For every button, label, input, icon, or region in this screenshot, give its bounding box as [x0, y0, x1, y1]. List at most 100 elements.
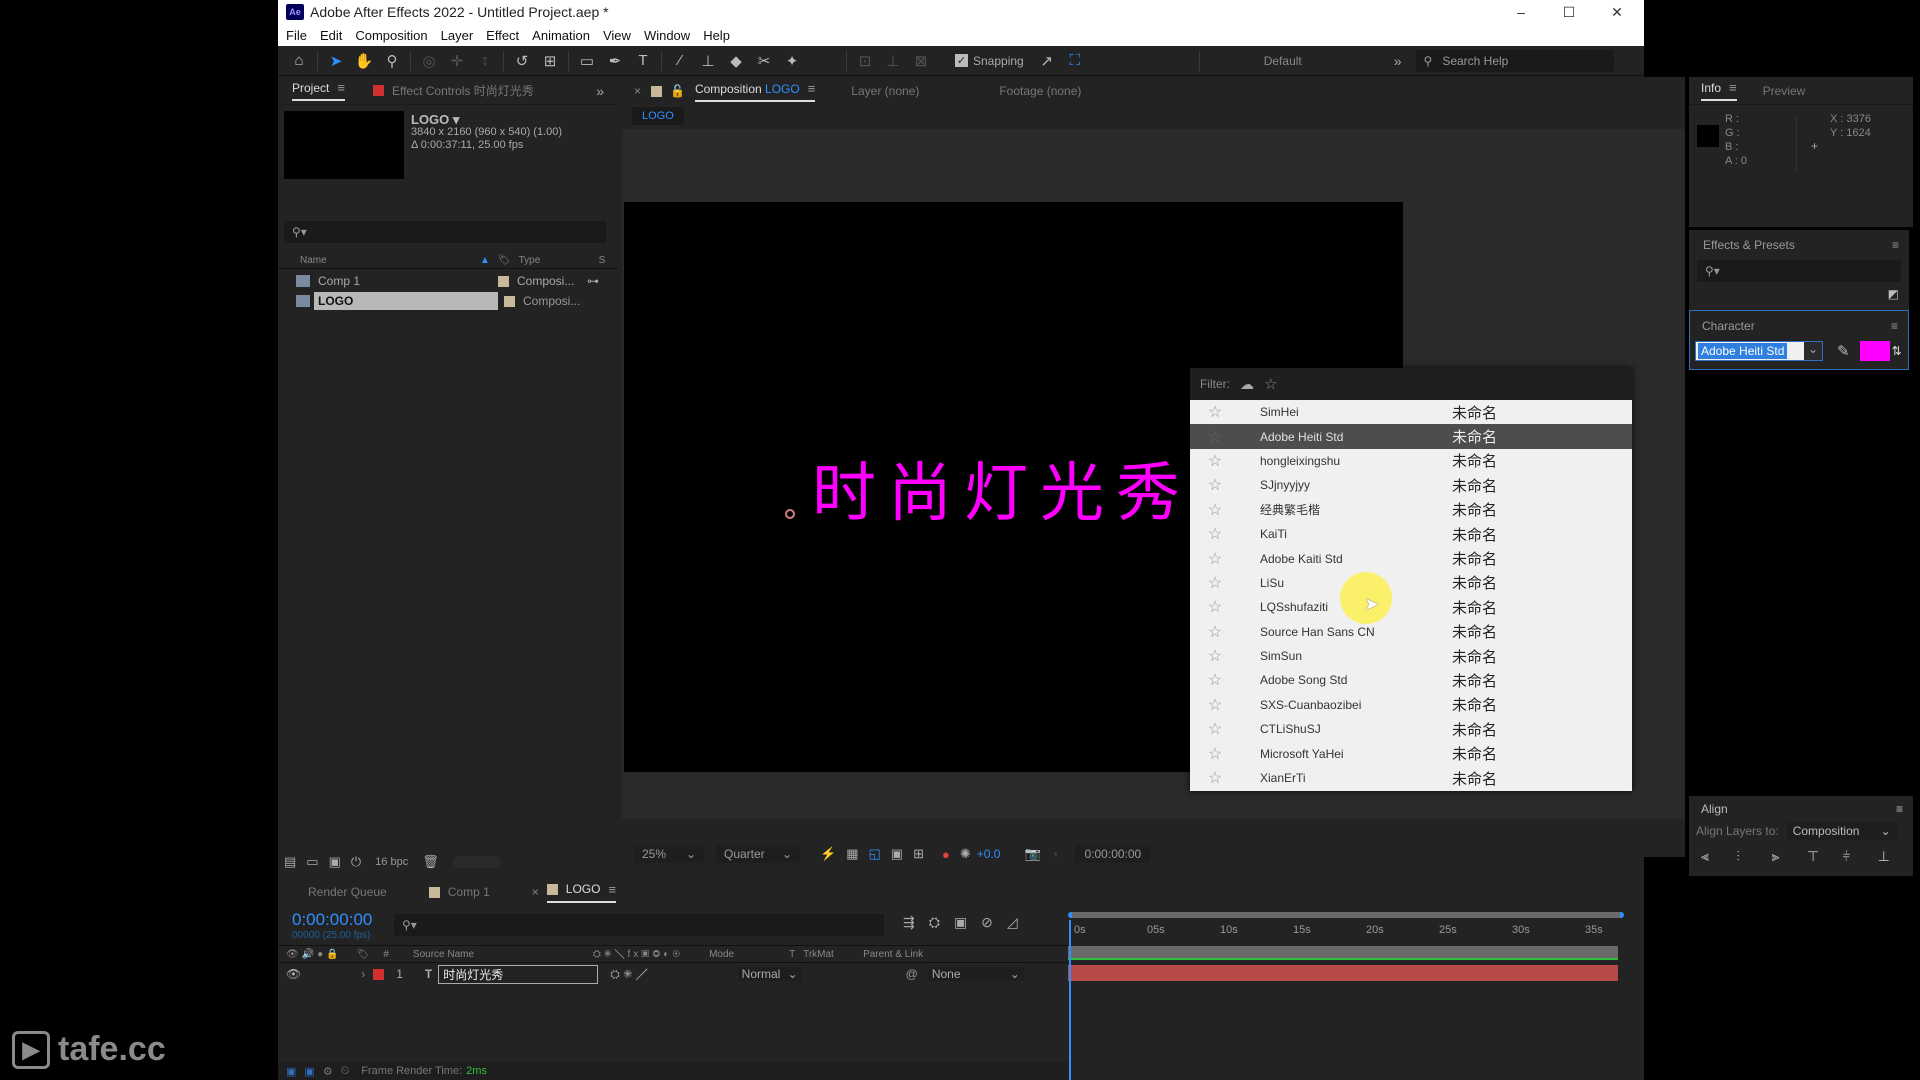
- favorite-star-icon[interactable]: ☆: [1190, 622, 1240, 642]
- blend-mode-dropdown[interactable]: Normal ⌄: [737, 967, 802, 981]
- menu-layer[interactable]: Layer: [441, 28, 474, 43]
- eyedropper-icon[interactable]: ✎: [1837, 342, 1850, 360]
- lock-toggle-icon[interactable]: 🔒: [326, 949, 338, 960]
- solo-toggle-icon[interactable]: ●: [317, 949, 323, 960]
- region-of-interest-icon[interactable]: ▣: [891, 846, 903, 862]
- favorite-star-icon[interactable]: ☆: [1190, 646, 1240, 666]
- align-bottom-icon[interactable]: ⊥: [1878, 848, 1913, 865]
- composition-mini-flowchart-icon[interactable]: ⇶: [903, 914, 915, 931]
- workspace-default[interactable]: Default: [1264, 54, 1384, 68]
- show-snapshot-icon[interactable]: ◔: [1051, 847, 1059, 862]
- thumbnail-slider[interactable]: [452, 856, 501, 868]
- time-ruler[interactable]: 0s 05s 10s 15s 20s 25s 30s 35s: [1068, 922, 1624, 942]
- font-family-input[interactable]: Adobe Heiti Std: [1698, 343, 1788, 359]
- zoom-tool-icon[interactable]: ⚲: [381, 50, 403, 72]
- anchor-point-icon[interactable]: [785, 509, 795, 519]
- color-management-icon[interactable]: ✺: [960, 846, 971, 862]
- close-button[interactable]: ✕: [1594, 0, 1640, 24]
- column-size[interactable]: S: [599, 255, 606, 266]
- dolly-camera-icon[interactable]: ↕: [474, 50, 496, 72]
- panel-menu-icon[interactable]: ≡: [1896, 802, 1903, 816]
- roto-brush-tool-icon[interactable]: ✂: [753, 50, 775, 72]
- tab-composition[interactable]: Composition LOGO ≡: [694, 81, 816, 102]
- hand-tool-icon[interactable]: ✋: [353, 50, 375, 72]
- column-name[interactable]: Name: [300, 255, 480, 266]
- tab-effect-controls[interactable]: Effect Controls 时尚灯光秀: [392, 82, 534, 99]
- favorite-star-icon[interactable]: ☆: [1190, 549, 1240, 569]
- clone-stamp-tool-icon[interactable]: ⊥: [697, 50, 719, 72]
- breadcrumb[interactable]: LOGO: [632, 107, 684, 125]
- bpc-button[interactable]: 16 bpc: [375, 856, 408, 868]
- rectangle-tool-icon[interactable]: ▭: [576, 50, 598, 72]
- fast-previews-icon[interactable]: ⚡: [820, 846, 836, 862]
- project-item[interactable]: Comp 1 Composi... ⊶: [278, 271, 618, 291]
- menu-help[interactable]: Help: [703, 28, 730, 43]
- tab-render-queue[interactable]: Render Queue: [308, 885, 387, 899]
- favorite-star-icon[interactable]: ☆: [1190, 768, 1240, 788]
- font-list-item[interactable]: ☆ Adobe Kaiti Std 未命名: [1190, 546, 1632, 570]
- tab-footage[interactable]: Footage (none): [999, 84, 1081, 98]
- tab-comp1[interactable]: Comp 1: [448, 885, 490, 899]
- menu-animation[interactable]: Animation: [532, 28, 590, 43]
- align-top-icon[interactable]: ⊤: [1807, 848, 1842, 865]
- search-help-input[interactable]: ⚲ Search Help: [1415, 49, 1614, 72]
- anchor-point-tool-icon[interactable]: ⊞: [539, 50, 561, 72]
- axis-local-icon[interactable]: ⊡: [854, 50, 876, 72]
- menu-view[interactable]: View: [603, 28, 631, 43]
- eraser-tool-icon[interactable]: ◆: [725, 50, 747, 72]
- render-settings-icon[interactable]: ⏻: [351, 854, 361, 870]
- current-time-indicator[interactable]: [1069, 920, 1071, 1080]
- lock-icon[interactable]: 🔓: [670, 84, 685, 98]
- font-list-item[interactable]: ☆ SJjnyyjyy 未命名: [1190, 473, 1632, 497]
- pen-tool-icon[interactable]: ✒: [604, 50, 626, 72]
- layer-label-color[interactable]: [373, 968, 385, 980]
- flowchart-icon[interactable]: ⊶: [587, 274, 599, 288]
- menu-edit[interactable]: Edit: [320, 28, 342, 43]
- favorite-star-icon[interactable]: ☆: [1190, 573, 1240, 593]
- pan-camera-icon[interactable]: ✛: [446, 50, 468, 72]
- tab-project[interactable]: Project ≡: [292, 80, 345, 101]
- tab-layer[interactable]: Layer (none): [851, 84, 919, 98]
- axis-world-icon[interactable]: ⊥: [882, 50, 904, 72]
- snapping-checkbox-icon[interactable]: ✓: [955, 54, 968, 67]
- new-preset-icon[interactable]: ◩: [1888, 287, 1899, 301]
- graph-editor-icon[interactable]: ◿: [1007, 914, 1018, 931]
- snap-edges-icon[interactable]: ↗: [1036, 50, 1058, 72]
- font-list-item[interactable]: ☆ SimSun 未命名: [1190, 644, 1632, 668]
- snapshot-icon[interactable]: 📷: [1024, 846, 1040, 862]
- favorite-star-icon[interactable]: ☆: [1190, 524, 1240, 544]
- column-mode[interactable]: Mode: [709, 949, 789, 960]
- video-toggle-icon[interactable]: 👁: [286, 949, 299, 960]
- brush-tool-icon[interactable]: ⁄: [669, 50, 691, 72]
- snap-features-icon[interactable]: ⛶: [1064, 50, 1086, 72]
- panel-overflow-icon[interactable]: »: [596, 83, 604, 99]
- type-tool-icon[interactable]: T: [632, 50, 654, 72]
- font-list-item[interactable]: ☆ SimHei 未命名: [1190, 400, 1632, 424]
- font-list-item[interactable]: ☆ LiSu 未命名: [1190, 571, 1632, 595]
- panel-menu-icon[interactable]: ≡: [337, 80, 345, 95]
- minimize-button[interactable]: –: [1498, 0, 1544, 24]
- favorite-star-icon[interactable]: ☆: [1190, 427, 1240, 447]
- tab-preview[interactable]: Preview: [1763, 84, 1806, 98]
- toggle-switches-icon[interactable]: ▣: [286, 1065, 296, 1078]
- favorite-star-icon[interactable]: ☆: [1190, 475, 1240, 495]
- video-visibility-icon[interactable]: 👁: [286, 967, 301, 981]
- exposure-value[interactable]: +0.0: [977, 847, 1001, 861]
- font-list-item[interactable]: ☆ Microsoft YaHei 未命名: [1190, 741, 1632, 765]
- parent-dropdown[interactable]: None ⌄: [927, 967, 1024, 981]
- font-list-item[interactable]: ☆ 经典繁毛楷 未命名: [1190, 498, 1632, 522]
- layer-name[interactable]: 时尚灯光秀: [438, 964, 599, 984]
- new-folder-icon[interactable]: ▭: [306, 854, 318, 870]
- snapping-toggle[interactable]: ✓ Snapping: [955, 54, 1024, 68]
- panel-menu-icon[interactable]: ≡: [808, 81, 816, 96]
- align-to-dropdown[interactable]: Composition ⌄: [1786, 822, 1897, 840]
- tab-logo[interactable]: LOGO ≡: [546, 882, 617, 903]
- tab-info[interactable]: Info ≡: [1701, 80, 1737, 101]
- font-list-item[interactable]: ☆ LQSshufaziti 未命名: [1190, 595, 1632, 619]
- panel-menu-icon[interactable]: ≡: [1729, 80, 1737, 95]
- toggle-in-out-icon[interactable]: ⚙: [323, 1065, 333, 1078]
- align-left-icon[interactable]: ⫷: [1701, 848, 1736, 865]
- selection-tool-icon[interactable]: ➤: [325, 50, 347, 72]
- column-source-name[interactable]: Source Name: [413, 949, 593, 960]
- new-composition-icon[interactable]: ▣: [329, 854, 341, 870]
